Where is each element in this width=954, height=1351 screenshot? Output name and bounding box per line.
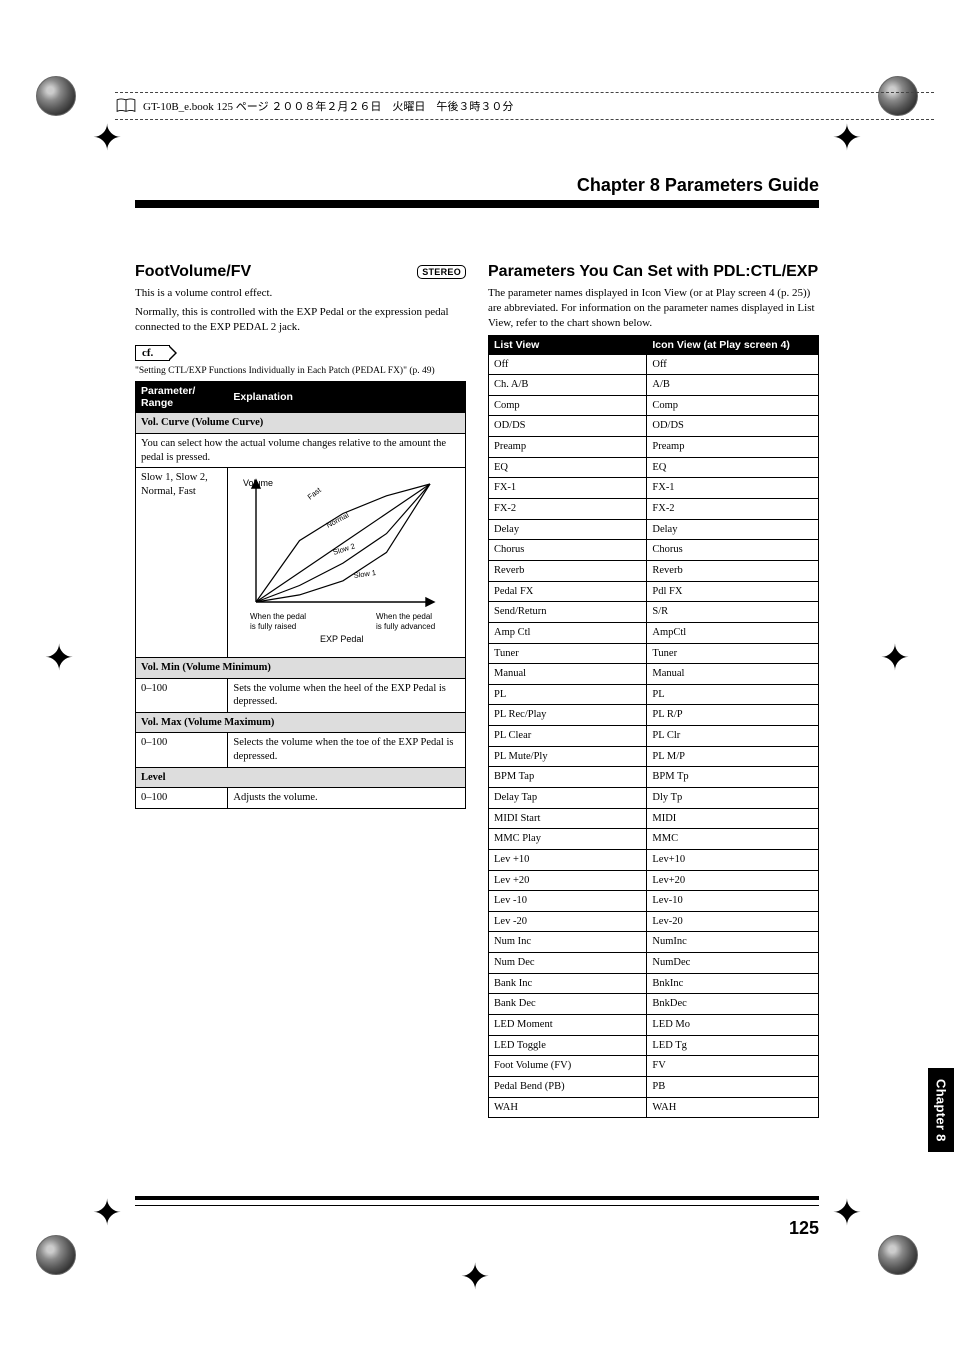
vol-curve-chart-cell: FastNormal Slow 2 Slow 1 Volume When the p… bbox=[228, 468, 466, 658]
table-row: Lev -20Lev-20 bbox=[489, 911, 819, 932]
chart-xleft2: is fully raised bbox=[250, 622, 296, 631]
table-row: ManualManual bbox=[489, 664, 819, 685]
svg-text:Slow 1: Slow 1 bbox=[353, 568, 377, 580]
book-header-strip: GT-10B_e.book 125 ページ ２００８年２月２６日 火曜日 午後３… bbox=[115, 92, 934, 120]
svg-text:Normal: Normal bbox=[325, 511, 351, 530]
chart-xlabel: EXP Pedal bbox=[320, 634, 363, 644]
page-number: 125 bbox=[789, 1218, 819, 1239]
vol-min-title: Vol. Min (Volume Minimum) bbox=[136, 657, 466, 678]
print-reg-diamond-mr: ✦ bbox=[880, 640, 910, 676]
table-row: OD/DSOD/DS bbox=[489, 416, 819, 437]
chart-xright1: When the pedal bbox=[376, 612, 432, 621]
vol-min-expl: Sets the volume when the heel of the EXP… bbox=[228, 678, 466, 712]
vol-max-range: 0–100 bbox=[136, 733, 228, 767]
table-row: LED ToggleLED Tg bbox=[489, 1035, 819, 1056]
table-row: TunerTuner bbox=[489, 643, 819, 664]
cf-callout: cf. bbox=[135, 345, 170, 361]
vol-curve-range: Slow 1, Slow 2, Normal, Fast bbox=[136, 468, 228, 658]
footer-rules bbox=[135, 1196, 819, 1206]
table-row: Lev +20Lev+20 bbox=[489, 870, 819, 891]
print-reg-diamond-tr: ✦ bbox=[832, 120, 862, 156]
fv-body: Normally, this is controlled with the EX… bbox=[135, 305, 466, 335]
chapter-title: Chapter 8 Parameters Guide bbox=[577, 175, 819, 195]
param-col-head-2: Explanation bbox=[233, 391, 293, 403]
table-row: Num IncNumInc bbox=[489, 932, 819, 953]
pdl-intro: The parameter names displayed in Icon Vi… bbox=[488, 286, 819, 331]
level-expl: Adjusts the volume. bbox=[228, 788, 466, 809]
print-reg-circle-br bbox=[878, 1235, 918, 1275]
right-column: Parameters You Can Set with PDL:CTL/EXP … bbox=[488, 263, 819, 1118]
table-row: Lev +10Lev+10 bbox=[489, 849, 819, 870]
chart-ylabel: Volume bbox=[243, 478, 273, 488]
table-row: Pedal FXPdl FX bbox=[489, 581, 819, 602]
table-row: Bank DecBnkDec bbox=[489, 994, 819, 1015]
table-row: OffOff bbox=[489, 354, 819, 375]
vol-min-range: 0–100 bbox=[136, 678, 228, 712]
fv-intro: This is a volume control effect. bbox=[135, 286, 466, 301]
level-title: Level bbox=[136, 767, 466, 788]
table-row: PL Mute/PlyPL M/P bbox=[489, 746, 819, 767]
chart-xleft1: When the pedal bbox=[250, 612, 306, 621]
print-reg-diamond-tl: ✦ bbox=[92, 120, 122, 156]
footvolume-heading: FootVolume/FV bbox=[135, 263, 251, 281]
table-row: EQEQ bbox=[489, 457, 819, 478]
table-row: Bank IncBnkInc bbox=[489, 973, 819, 994]
table-row: MMC PlayMMC bbox=[489, 829, 819, 850]
table-row: PL Rec/PlayPL R/P bbox=[489, 705, 819, 726]
print-reg-diamond-br: ✦ bbox=[832, 1195, 862, 1231]
footvolume-heading-row: FootVolume/FV STEREO bbox=[135, 263, 466, 281]
book-icon bbox=[115, 98, 137, 114]
table-row: Lev -10Lev-10 bbox=[489, 891, 819, 912]
chapter-side-tab: Chapter 8 bbox=[928, 1068, 954, 1152]
table-row: PL ClearPL Clr bbox=[489, 726, 819, 747]
table-row: BPM TapBPM Tp bbox=[489, 767, 819, 788]
table-row: ReverbReverb bbox=[489, 560, 819, 581]
table-row: ChorusChorus bbox=[489, 540, 819, 561]
chapter-title-rule: Chapter 8 Parameters Guide bbox=[135, 175, 819, 208]
level-range: 0–100 bbox=[136, 788, 228, 809]
table-row: Ch. A/BA/B bbox=[489, 375, 819, 396]
table-row: Foot Volume (FV)FV bbox=[489, 1056, 819, 1077]
print-reg-circle-bl bbox=[36, 1235, 76, 1275]
vol-curve-title: Vol. Curve (Volume Curve) bbox=[136, 413, 466, 434]
param-map-table: List View Icon View (at Play screen 4) O… bbox=[488, 335, 819, 1119]
vol-max-title: Vol. Max (Volume Maximum) bbox=[136, 712, 466, 733]
vol-curve-chart: FastNormal Slow 2 Slow 1 Volume When the p… bbox=[238, 476, 448, 646]
svg-text:Fast: Fast bbox=[306, 485, 324, 502]
table-row: Delay TapDly Tp bbox=[489, 787, 819, 808]
table-row: PLPL bbox=[489, 684, 819, 705]
map-col1: List View bbox=[494, 339, 539, 351]
table-row: Send/ReturnS/R bbox=[489, 602, 819, 623]
header-strip-text: GT-10B_e.book 125 ページ ２００８年２月２６日 火曜日 午後３… bbox=[143, 98, 513, 114]
map-col2: Icon View (at Play screen 4) bbox=[652, 339, 790, 351]
left-column: FootVolume/FV STEREO This is a volume co… bbox=[135, 263, 466, 1118]
table-row: PreampPreamp bbox=[489, 437, 819, 458]
vol-curve-note: You can select how the actual volume cha… bbox=[136, 433, 466, 467]
pdl-heading: Parameters You Can Set with PDL:CTL/EXP bbox=[488, 263, 819, 281]
print-reg-diamond-ml: ✦ bbox=[44, 640, 74, 676]
print-reg-diamond-bl: ✦ bbox=[92, 1195, 122, 1231]
print-reg-circle-tl bbox=[36, 76, 76, 116]
table-row: Num DecNumDec bbox=[489, 953, 819, 974]
print-reg-diamond-bc: ✦ bbox=[460, 1259, 490, 1295]
table-row: DelayDelay bbox=[489, 519, 819, 540]
table-row: FX-2FX-2 bbox=[489, 499, 819, 520]
vol-max-expl: Selects the volume when the toe of the E… bbox=[228, 733, 466, 767]
table-row: MIDI StartMIDI bbox=[489, 808, 819, 829]
chart-xright2: is fully advanced bbox=[376, 622, 435, 631]
table-row: LED MomentLED Mo bbox=[489, 1015, 819, 1036]
parameter-table: Parameter/ Range Explanation Vol. Curve … bbox=[135, 381, 466, 809]
stereo-badge: STEREO bbox=[417, 265, 466, 279]
table-row: Pedal Bend (PB)PB bbox=[489, 1076, 819, 1097]
svg-text:Slow 2: Slow 2 bbox=[332, 542, 356, 558]
table-row: FX-1FX-1 bbox=[489, 478, 819, 499]
table-row: WAHWAH bbox=[489, 1097, 819, 1118]
table-row: CompComp bbox=[489, 395, 819, 416]
table-row: Amp CtlAmpCtl bbox=[489, 622, 819, 643]
param-col-head-1: Parameter/ Range bbox=[141, 385, 195, 409]
cf-ref-text: "Setting CTL/EXP Functions Individually … bbox=[135, 365, 466, 378]
